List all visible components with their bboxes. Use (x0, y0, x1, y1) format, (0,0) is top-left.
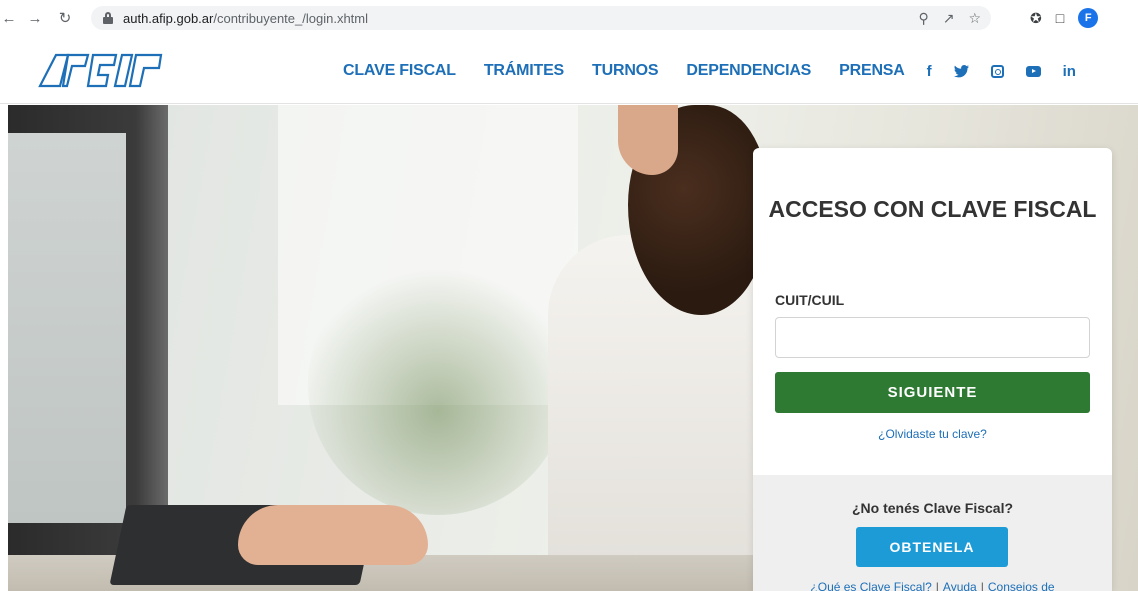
star-icon[interactable]: ☆ (968, 10, 981, 27)
separator: | (935, 580, 939, 591)
browser-toolbar: ← → ↻ auth.afip.gob.ar/contribuyente_/lo… (0, 0, 1138, 36)
social-links: f in (927, 63, 1076, 80)
obtenela-button[interactable]: OBTENELA (856, 527, 1008, 567)
back-arrow-icon[interactable]: ← (0, 10, 18, 27)
youtube-icon[interactable] (1025, 65, 1041, 77)
siguiente-button[interactable]: SIGUIENTE (775, 372, 1090, 413)
cuit-input[interactable] (775, 317, 1090, 358)
facebook-icon[interactable]: f (927, 63, 932, 80)
nav-clave-fiscal[interactable]: CLAVE FISCAL (343, 62, 456, 80)
lock-icon[interactable] (103, 12, 113, 24)
forward-arrow-icon[interactable]: → (26, 10, 44, 27)
url-host: auth.afip.gob.ar (123, 10, 214, 26)
key-icon[interactable]: ⚲ (918, 10, 928, 27)
separator: | (980, 580, 984, 591)
help-link[interactable]: Ayuda (943, 580, 977, 591)
url-text[interactable]: auth.afip.gob.ar/contribuyente_/login.xh… (123, 11, 368, 26)
no-clave-heading: ¿No tenés Clave Fiscal? (851, 500, 1014, 516)
hero-person-face (618, 105, 678, 175)
cuit-label: CUIT/CUIL (775, 292, 845, 308)
twitter-icon[interactable] (953, 64, 969, 78)
hero-plant (308, 255, 568, 515)
site-header: CLAVE FISCAL TRÁMITES TURNOS DEPENDENCIA… (0, 36, 1138, 104)
address-bar[interactable]: auth.afip.gob.ar/contribuyente_/login.xh… (91, 6, 991, 30)
profile-avatar[interactable]: F (1078, 8, 1099, 28)
forgot-password-link[interactable]: ¿Olvidaste tu clave? (753, 427, 1112, 441)
help-links: ¿Qué es Clave Fiscal? | Ayuda | Conseios de (753, 580, 1112, 591)
tips-link[interactable]: Conseios de (988, 580, 1055, 591)
extensions-puzzle-icon[interactable]: ✪ (1030, 10, 1042, 27)
afip-logo[interactable] (38, 51, 163, 89)
login-title: ACCESO CON CLAVE FISCAL (768, 196, 1097, 222)
what-is-clave-link[interactable]: ¿Qué es Clave Fiscal? (810, 580, 931, 591)
extension-area: ✪ □ F (1030, 6, 1099, 30)
nav-tramites[interactable]: TRÁMITES (484, 62, 564, 80)
share-icon[interactable]: ↗ (943, 10, 955, 27)
login-card: ACCESO CON CLAVE FISCAL CUIT/CUIL SIGUIE… (753, 148, 1112, 591)
instagram-icon[interactable] (990, 64, 1004, 78)
nav-prensa[interactable]: PRENSA (839, 62, 905, 80)
linkedin-icon[interactable]: in (1063, 63, 1076, 80)
omnibox-actions: ⚲ ↗ ☆ (918, 6, 981, 30)
url-path: /contribuyente_/login.xhtml (213, 10, 369, 26)
hero-hand (238, 505, 428, 565)
reload-icon[interactable]: ↻ (56, 9, 74, 27)
side-panel-icon[interactable]: □ (1056, 10, 1064, 26)
signup-section: ¿No tenés Clave Fiscal? OBTENELA ¿Qué es… (753, 475, 1112, 591)
main-nav: CLAVE FISCAL TRÁMITES TURNOS DEPENDENCIA… (343, 62, 1076, 80)
nav-turnos[interactable]: TURNOS (592, 62, 659, 80)
nav-dependencias[interactable]: DEPENDENCIAS (686, 62, 811, 80)
